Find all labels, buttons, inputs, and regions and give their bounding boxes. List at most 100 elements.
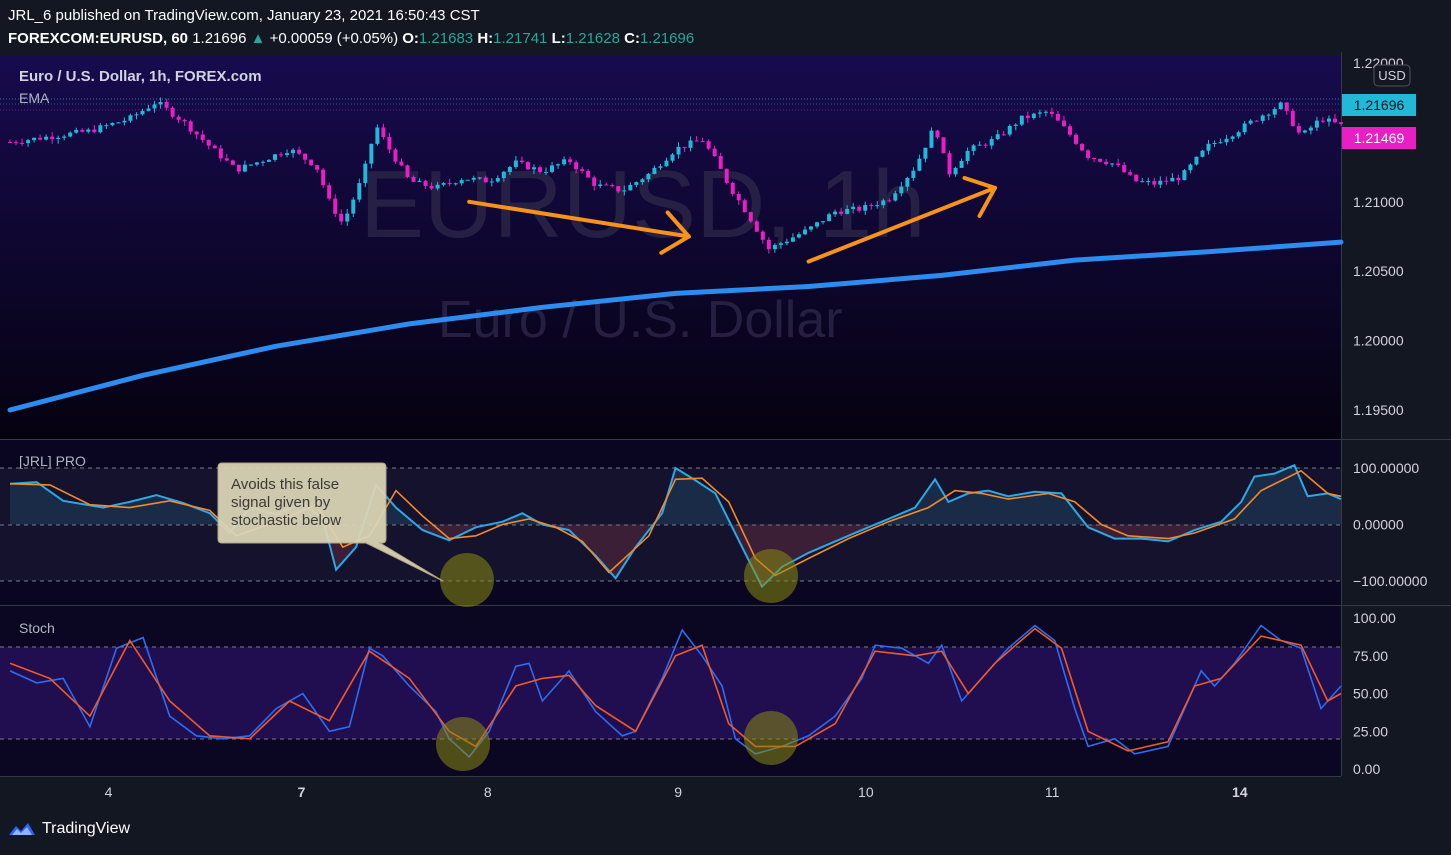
candle-body (236, 164, 241, 172)
candle-body (574, 162, 579, 170)
candle-body (134, 114, 139, 116)
stoch-tick-label: 50.00 (1353, 686, 1388, 702)
candle-body (218, 148, 223, 159)
candle-body (1031, 113, 1036, 119)
candle-body (676, 146, 681, 155)
candle-body (905, 177, 910, 187)
candle-body (604, 184, 609, 186)
candle-body (1007, 125, 1012, 135)
candle-body (899, 186, 904, 194)
candle-body (146, 108, 151, 111)
last-price: 1.21696 (192, 30, 247, 47)
jrl-pane-title[interactable]: [JRL] PRO (19, 453, 86, 469)
candle-body (887, 200, 892, 202)
candle-body (1242, 123, 1247, 133)
highlight-circle-jrl-2 (744, 549, 798, 603)
candle-body (272, 154, 277, 160)
candle-body (796, 234, 801, 238)
candle-body (80, 129, 85, 132)
highlight-circle-stoch-2 (744, 711, 798, 765)
candle-body (537, 167, 542, 172)
stoch-tick-label: 25.00 (1353, 723, 1388, 739)
candle-body (1116, 163, 1121, 166)
candle-body (550, 165, 555, 172)
stoch-pane-title[interactable]: Stoch (19, 620, 55, 636)
open-value: 1.21683 (418, 30, 474, 47)
candle-body (501, 171, 506, 179)
candle-body (1278, 102, 1283, 110)
candle-body (188, 121, 193, 132)
candle-body (875, 205, 880, 207)
candle-body (254, 162, 259, 165)
candle-body (1098, 158, 1103, 162)
candle-body (1236, 132, 1241, 137)
candle-body (1025, 115, 1030, 119)
tradingview-logo[interactable]: TradingView (8, 820, 130, 838)
symbol: FOREXCOM:EURUSD, 60 (8, 30, 189, 47)
candle-body (742, 200, 747, 213)
currency-button[interactable]: USD (1373, 64, 1411, 87)
candle-body (86, 129, 91, 132)
candle-body (562, 159, 567, 165)
candle-body (393, 149, 398, 162)
price-tick-label: 1.20500 (1353, 263, 1404, 279)
candle-body (1284, 102, 1289, 111)
low-value: 1.21628 (565, 30, 620, 47)
candle-body (327, 185, 332, 199)
candle-body (513, 160, 518, 167)
candle-body (646, 173, 651, 180)
main-pane-title: Euro / U.S. Dollar, 1h, FOREX.com (19, 68, 262, 85)
candle-body (640, 179, 645, 183)
candle-body (260, 161, 265, 163)
candle-body (1224, 138, 1229, 143)
chart-canvas[interactable]: EURUSD, 1h Euro / U.S. Dollar Euro / U.S… (0, 52, 1451, 810)
symbol-ohlc-line: FOREXCOM:EURUSD, 60 1.21696 ▲ +0.00059 (… (8, 30, 694, 47)
candle-body (839, 211, 844, 214)
candle-body (628, 184, 633, 191)
candle-body (1152, 181, 1157, 185)
candle-body (821, 221, 826, 223)
candle-body (56, 137, 61, 140)
candle-body (1043, 111, 1048, 113)
candle-body (495, 178, 500, 182)
candle-body (712, 148, 717, 157)
candle-body (1049, 111, 1054, 114)
current-price-badge: 1.21696 (1342, 94, 1416, 116)
candle-body (1339, 122, 1343, 124)
candle-body (682, 146, 687, 148)
candle-body (652, 167, 657, 174)
candle-body (32, 137, 37, 141)
candle-body (766, 239, 771, 250)
candle-body (700, 140, 705, 142)
candle-body (778, 243, 783, 245)
candle-body (1019, 115, 1024, 125)
candle-body (1302, 130, 1307, 133)
stoch-tick-label: 100.00 (1353, 610, 1396, 626)
svg-text:1.21696: 1.21696 (1354, 97, 1405, 113)
candle-body (802, 229, 807, 235)
candle-body (784, 241, 789, 244)
candle-body (417, 180, 422, 182)
candle-body (598, 184, 603, 187)
candle-body (1206, 143, 1211, 151)
candle-body (1104, 161, 1109, 165)
candle-body (369, 143, 374, 164)
candle-body (248, 164, 253, 166)
watermark-symbol: EURUSD, 1h (360, 151, 926, 258)
candle-body (1037, 112, 1042, 114)
candle-body (525, 162, 530, 170)
candle-body (447, 183, 452, 185)
candle-body (622, 190, 627, 192)
candle-body (989, 139, 994, 146)
candle-body (772, 244, 777, 250)
candle-body (435, 184, 440, 189)
marker-price-badge: 1.21469 (1342, 127, 1416, 149)
candle-body (303, 153, 308, 160)
candle-body (1176, 177, 1181, 181)
candle-body (929, 130, 934, 148)
candle-body (1013, 124, 1018, 126)
candle-body (477, 177, 482, 179)
candle-body (580, 169, 585, 171)
candle-body (1128, 172, 1133, 175)
svg-text:USD: USD (1378, 68, 1405, 83)
